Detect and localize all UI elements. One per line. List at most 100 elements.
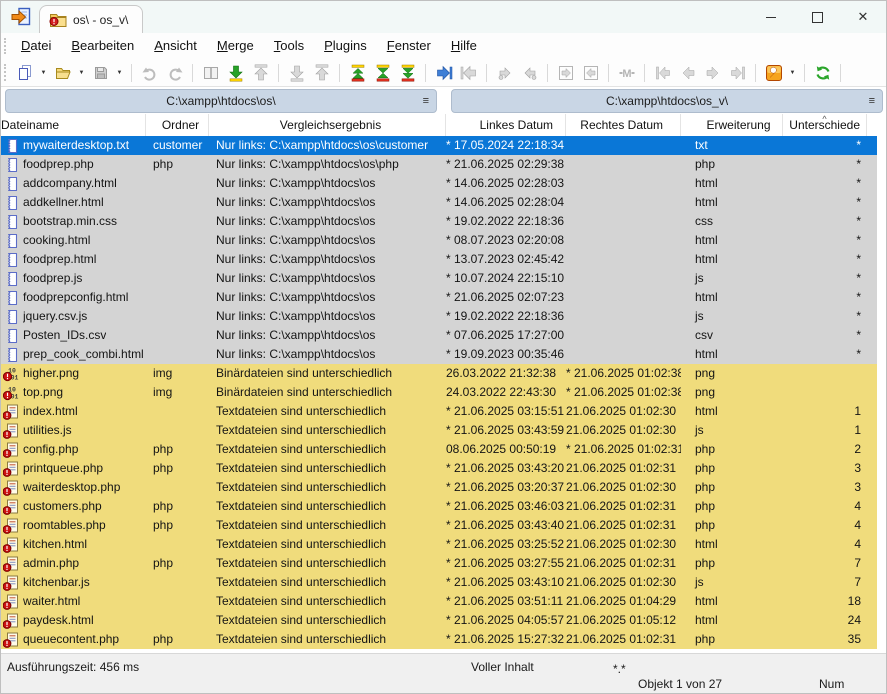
close-icon[interactable]: ✕ [840, 1, 886, 33]
right-path-menu-icon[interactable]: ≡ [869, 90, 875, 112]
table-row[interactable]: foodprepconfig.htmlNur links: C:\xampp\h… [1, 288, 877, 307]
options-button-dropdown[interactable]: ▼ [787, 61, 798, 84]
minimize-icon[interactable] [748, 1, 794, 33]
next-conflict-button [493, 61, 516, 84]
text-diff-icon [3, 404, 19, 420]
table-row[interactable]: waiterdesktop.phpTextdateien sind unters… [1, 478, 877, 497]
menu-item-merge[interactable]: Merge [207, 33, 264, 59]
differences-cell: * [783, 307, 867, 326]
menu-item-bearbeiten[interactable]: Bearbeiten [61, 33, 144, 59]
menu-item-datei[interactable]: Datei [11, 33, 61, 59]
current-difference-button[interactable] [371, 61, 394, 84]
table-row[interactable]: config.phpphpTextdateien sind unterschie… [1, 440, 877, 459]
table-row[interactable]: addkellner.htmlNur links: C:\xampp\htdoc… [1, 193, 877, 212]
table-row[interactable]: foodprep.htmlNur links: C:\xampp\htdocs\… [1, 250, 877, 269]
table-row[interactable]: prep_cook_combi.htmlNur links: C:\xampp\… [1, 345, 877, 364]
file-name-cell: Posten_IDs.csv [1, 326, 146, 345]
differences-cell: * [783, 288, 867, 307]
new-button-dropdown[interactable]: ▼ [38, 61, 49, 84]
table-row[interactable]: printqueue.phpphpTextdateien sind unters… [1, 459, 877, 478]
table-row[interactable]: customers.phpphpTextdateien sind untersc… [1, 497, 877, 516]
left-only-file-icon [3, 309, 19, 325]
compare-result-cell: Textdateien sind unterschiedlich [209, 573, 446, 592]
column-header-rechtes-datum[interactable]: Rechtes Datum [566, 114, 681, 136]
right-date-cell [566, 136, 681, 155]
small-arrow-right-icon [496, 64, 514, 82]
table-row[interactable]: foodprep.jsNur links: C:\xampp\htdocs\os… [1, 269, 877, 288]
column-header-ordner[interactable]: Ordner [146, 114, 209, 136]
toolbar-separator [644, 64, 645, 82]
table-row[interactable]: queuecontent.phpphpTextdateien sind unte… [1, 630, 877, 649]
table-row[interactable]: Posten_IDs.csvNur links: C:\xampp\htdocs… [1, 326, 877, 345]
differences-cell: 3 [783, 459, 867, 478]
right-path-header[interactable]: C:\xampp\htdocs\os_v\ ≡ [451, 89, 883, 113]
text-diff-icon [3, 442, 19, 458]
save-button-dropdown[interactable]: ▼ [114, 61, 125, 84]
table-row[interactable]: cooking.htmlNur links: C:\xampp\htdocs\o… [1, 231, 877, 250]
next-difference-button[interactable] [396, 61, 419, 84]
table-row[interactable]: waiter.htmlTextdateien sind unterschiedl… [1, 592, 877, 611]
new-button[interactable] [13, 61, 36, 84]
table-row[interactable]: kitchen.htmlTextdateien sind unterschied… [1, 535, 877, 554]
differences-cell: 1 [783, 402, 867, 421]
folder-compare-tab[interactable]: os\ - os_v\ [39, 5, 143, 33]
previous-difference-button[interactable] [346, 61, 369, 84]
column-header-unterschiede[interactable]: Unterschiede^ [783, 114, 867, 136]
table-row[interactable]: paydesk.htmlTextdateien sind unterschied… [1, 611, 877, 630]
column-header-erweiterung[interactable]: Erweiterung [681, 114, 783, 136]
left-date-cell: * 07.06.2025 17:27:00 [446, 326, 566, 345]
table-row[interactable]: index.htmlTextdateien sind unterschiedli… [1, 402, 877, 421]
column-header-vergleichsergebnis[interactable]: Vergleichsergebnis [209, 114, 446, 136]
table-row[interactable]: mywaiterdesktop.txtcustomerNur links: C:… [1, 136, 877, 155]
table-row[interactable]: utilities.jsTextdateien sind unterschied… [1, 421, 877, 440]
right-date-cell: 21.06.2025 01:02:31 [566, 630, 681, 649]
folder-cell: php [146, 155, 209, 174]
menu-item-plugins[interactable]: Plugins [314, 33, 377, 59]
compare-result-cell: Textdateien sind unterschiedlich [209, 440, 446, 459]
toolbar-separator [192, 64, 193, 82]
new-document-icon [16, 64, 34, 82]
table-row[interactable]: kitchenbar.jsTextdateien sind unterschie… [1, 573, 877, 592]
compare-result-cell: Textdateien sind unterschiedlich [209, 630, 446, 649]
table-row[interactable]: bootstrap.min.cssNur links: C:\xampp\htd… [1, 212, 877, 231]
table-row[interactable]: foodprep.phpphpNur links: C:\xampp\htdoc… [1, 155, 877, 174]
column-header-dateiname[interactable]: Dateiname [1, 114, 146, 136]
left-only-file-icon [3, 233, 19, 249]
column-header-linkes-datum[interactable]: Linkes Datum [446, 114, 566, 136]
differences-cell: 3 [783, 478, 867, 497]
svg-text:M: M [622, 68, 631, 80]
differences-cell: * [783, 136, 867, 155]
left-path-menu-icon[interactable]: ≡ [423, 90, 429, 112]
right-date-cell: * 21.06.2025 01:02:38 [566, 383, 681, 402]
maximize-icon[interactable] [794, 1, 840, 33]
left-only-file-icon [3, 347, 19, 363]
extension-cell: css [681, 212, 783, 231]
file-list: mywaiterdesktop.txtcustomerNur links: C:… [1, 136, 877, 649]
toolbar-separator [840, 64, 841, 82]
compare-result-cell: Textdateien sind unterschiedlich [209, 478, 446, 497]
menu-item-fenster[interactable]: Fenster [377, 33, 441, 59]
open-button-dropdown[interactable]: ▼ [76, 61, 87, 84]
compare-right-button[interactable] [432, 61, 455, 84]
menu-item-ansicht[interactable]: Ansicht [144, 33, 207, 59]
right-date-cell: 21.06.2025 01:02:30 [566, 573, 681, 592]
refresh-button[interactable] [811, 61, 834, 84]
table-row[interactable]: 1001top.pngimgBinärdateien sind untersch… [1, 383, 877, 402]
copy-left-advance-button [310, 61, 333, 84]
options-button[interactable] [762, 61, 785, 84]
menu-item-hilfe[interactable]: Hilfe [441, 33, 487, 59]
table-row[interactable]: 1001higher.pngimgBinärdateien sind unter… [1, 364, 877, 383]
table-row[interactable]: admin.phpphpTextdateien sind unterschied… [1, 554, 877, 573]
compare-result-cell: Nur links: C:\xampp\htdocs\os [209, 174, 446, 193]
extension-cell: html [681, 250, 783, 269]
table-row[interactable]: roomtables.phpphpTextdateien sind unters… [1, 516, 877, 535]
table-row[interactable]: addcompany.htmlNur links: C:\xampp\htdoc… [1, 174, 877, 193]
blue-arrow-right-icon [435, 64, 453, 82]
statusbar: Ausführungszeit: 456 ms Voller Inhalt *.… [1, 653, 886, 693]
menu-item-tools[interactable]: Tools [264, 33, 314, 59]
left-path-header[interactable]: C:\xampp\htdocs\os\ ≡ [5, 89, 437, 113]
right-date-cell: 21.06.2025 01:02:31 [566, 516, 681, 535]
open-button[interactable] [51, 61, 74, 84]
table-row[interactable]: jquery.csv.jsNur links: C:\xampp\htdocs\… [1, 307, 877, 326]
copy-right-button[interactable] [224, 61, 247, 84]
